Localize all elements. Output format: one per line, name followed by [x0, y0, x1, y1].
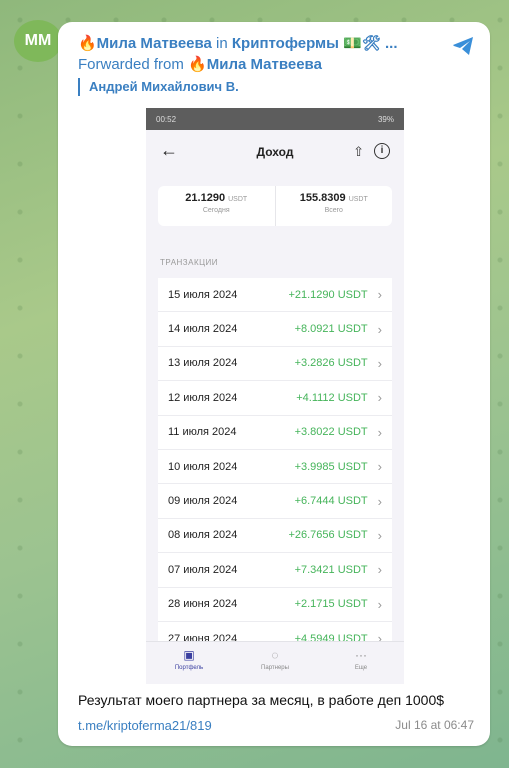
- today-summary: 21.1290 USDT Сегодня: [158, 186, 275, 226]
- message-header[interactable]: 🔥Мила Матвеева in Криптофермы 💵🛠 ...: [78, 34, 398, 52]
- chevron-right-icon: ›: [377, 355, 382, 371]
- message-timestamp: Jul 16 at 06:47: [395, 718, 474, 732]
- forwarded-name[interactable]: 🔥Мила Матвеева: [188, 56, 322, 73]
- share-icon: ⇧: [353, 144, 364, 159]
- tab-wallet: ▣ Портфель: [146, 642, 232, 684]
- transaction-date: 11 июля 2024: [168, 426, 237, 439]
- tab-partners: ◌ Партнеры: [232, 642, 318, 684]
- transaction-date: 28 июня 2024: [168, 598, 238, 611]
- app-bar: ← Доход ⇧ i: [146, 130, 404, 176]
- channel-name[interactable]: 🔥Мила Матвеева: [78, 35, 212, 52]
- message-caption: Результат моего партнера за месяц, в раб…: [78, 692, 445, 708]
- status-time: 00:52: [156, 114, 177, 124]
- chevron-right-icon: ›: [377, 596, 382, 612]
- today-value: 21.1290: [185, 192, 226, 204]
- chevron-right-icon: ›: [377, 424, 382, 440]
- transaction-row: 12 июля 2024 +4.1112 USDT ›: [158, 381, 392, 416]
- total-label: Всего: [324, 207, 343, 214]
- transaction-amount: +8.0921 USDT: [294, 323, 368, 336]
- in-word: in: [216, 35, 228, 52]
- transaction-date: 13 июля 2024: [168, 357, 238, 370]
- today-label: Сегодня: [202, 207, 230, 214]
- more-icon: ···: [355, 648, 367, 662]
- transaction-amount: +3.2826 USDT: [294, 357, 368, 370]
- tab-more: ··· Еще: [318, 642, 404, 684]
- transaction-amount: +26.7656 USDT: [288, 529, 368, 542]
- transaction-date: 12 июля 2024: [168, 391, 238, 404]
- transaction-row: 28 июня 2024 +2.1715 USDT ›: [158, 588, 392, 622]
- transaction-date: 15 июля 2024: [168, 288, 238, 301]
- tab-label: Портфель: [174, 665, 204, 671]
- total-summary: 155.8309 USDT Всего: [274, 186, 393, 226]
- transaction-amount: +21.1290 USDT: [288, 288, 368, 301]
- chevron-right-icon: ›: [377, 527, 382, 543]
- transaction-row: 07 июля 2024 +7.3421 USDT ›: [158, 553, 392, 588]
- bottom-tab-bar: ▣ Портфель ◌ Партнеры ··· Еще: [146, 641, 404, 684]
- transaction-amount: +6.7444 USDT: [294, 495, 368, 508]
- transaction-date: 08 июля 2024: [168, 529, 238, 542]
- app-title: Доход: [256, 145, 294, 159]
- group-name[interactable]: Криптофермы 💵🛠 ...: [232, 35, 398, 52]
- info-icon: i: [374, 143, 390, 159]
- total-unit: USDT: [348, 196, 368, 203]
- status-battery: 39%: [377, 114, 394, 124]
- transaction-row: 13 июля 2024 +3.2826 USDT ›: [158, 347, 392, 382]
- transaction-amount: +3.8022 USDT: [294, 426, 368, 439]
- transaction-row: 10 июля 2024 +3.9985 USDT ›: [158, 450, 392, 485]
- transactions-heading: ТРАНЗАКЦИИ: [160, 258, 219, 267]
- transaction-row: 15 июля 2024 +21.1290 USDT ›: [158, 278, 392, 313]
- transaction-date: 07 июля 2024: [168, 563, 238, 576]
- chevron-right-icon: ›: [377, 459, 382, 475]
- avatar-initials: MM: [24, 32, 52, 49]
- total-value: 155.8309: [299, 192, 346, 204]
- chevron-right-icon: ›: [377, 287, 382, 303]
- sender-avatar[interactable]: MM: [14, 20, 62, 62]
- message-bubble: 🔥Мила Матвеева in Криптофермы 💵🛠 ... For…: [58, 22, 490, 746]
- telegram-share-icon[interactable]: [450, 34, 476, 58]
- phone-status-bar: 00:52 39%: [146, 108, 404, 130]
- forwarded-prefix: Forwarded from: [78, 56, 184, 73]
- transaction-row: 11 июля 2024 +3.8022 USDT ›: [158, 416, 392, 450]
- today-unit: USDT: [228, 196, 248, 203]
- transaction-row: 09 июля 2024 +6.7444 USDT ›: [158, 484, 392, 519]
- chevron-right-icon: ›: [377, 390, 382, 406]
- forwarded-from[interactable]: Forwarded from 🔥Мила Матвеева: [78, 55, 322, 73]
- chevron-right-icon: ›: [377, 562, 382, 578]
- transaction-amount: +7.3421 USDT: [294, 563, 368, 576]
- transaction-amount: +3.9985 USDT: [294, 460, 368, 473]
- tab-label: Еще: [354, 665, 368, 671]
- chevron-right-icon: ›: [377, 321, 382, 337]
- message-link[interactable]: t.me/kriptoferma21/819: [78, 718, 212, 733]
- transaction-date: 14 июля 2024: [168, 323, 238, 336]
- partners-icon: ◌: [271, 648, 279, 662]
- tab-label: Партнеры: [261, 665, 289, 671]
- transactions-list: 15 июля 2024 +21.1290 USDT › 14 июля 2024 +8…: [158, 278, 392, 657]
- chevron-right-icon: ›: [377, 493, 382, 509]
- transaction-amount: +2.1715 USDT: [294, 598, 368, 611]
- transaction-row: 08 июля 2024 +26.7656 USDT ›: [158, 519, 392, 554]
- income-summary: 21.1290 USDT Сегодня 155.8309 USDT Всего: [158, 186, 392, 226]
- transaction-date: 09 июля 2024: [168, 495, 238, 508]
- transaction-amount: +4.1112 USDT: [296, 391, 368, 404]
- attached-screenshot[interactable]: 00:52 39% ← Доход ⇧ i 21.1290 USDT Сегод…: [146, 108, 404, 684]
- transaction-row: 14 июля 2024 +8.0921 USDT ›: [158, 312, 392, 347]
- transaction-date: 10 июля 2024: [168, 460, 238, 473]
- wallet-icon: ▣: [183, 648, 195, 662]
- reply-author[interactable]: Андрей Михайлович В.: [78, 78, 239, 96]
